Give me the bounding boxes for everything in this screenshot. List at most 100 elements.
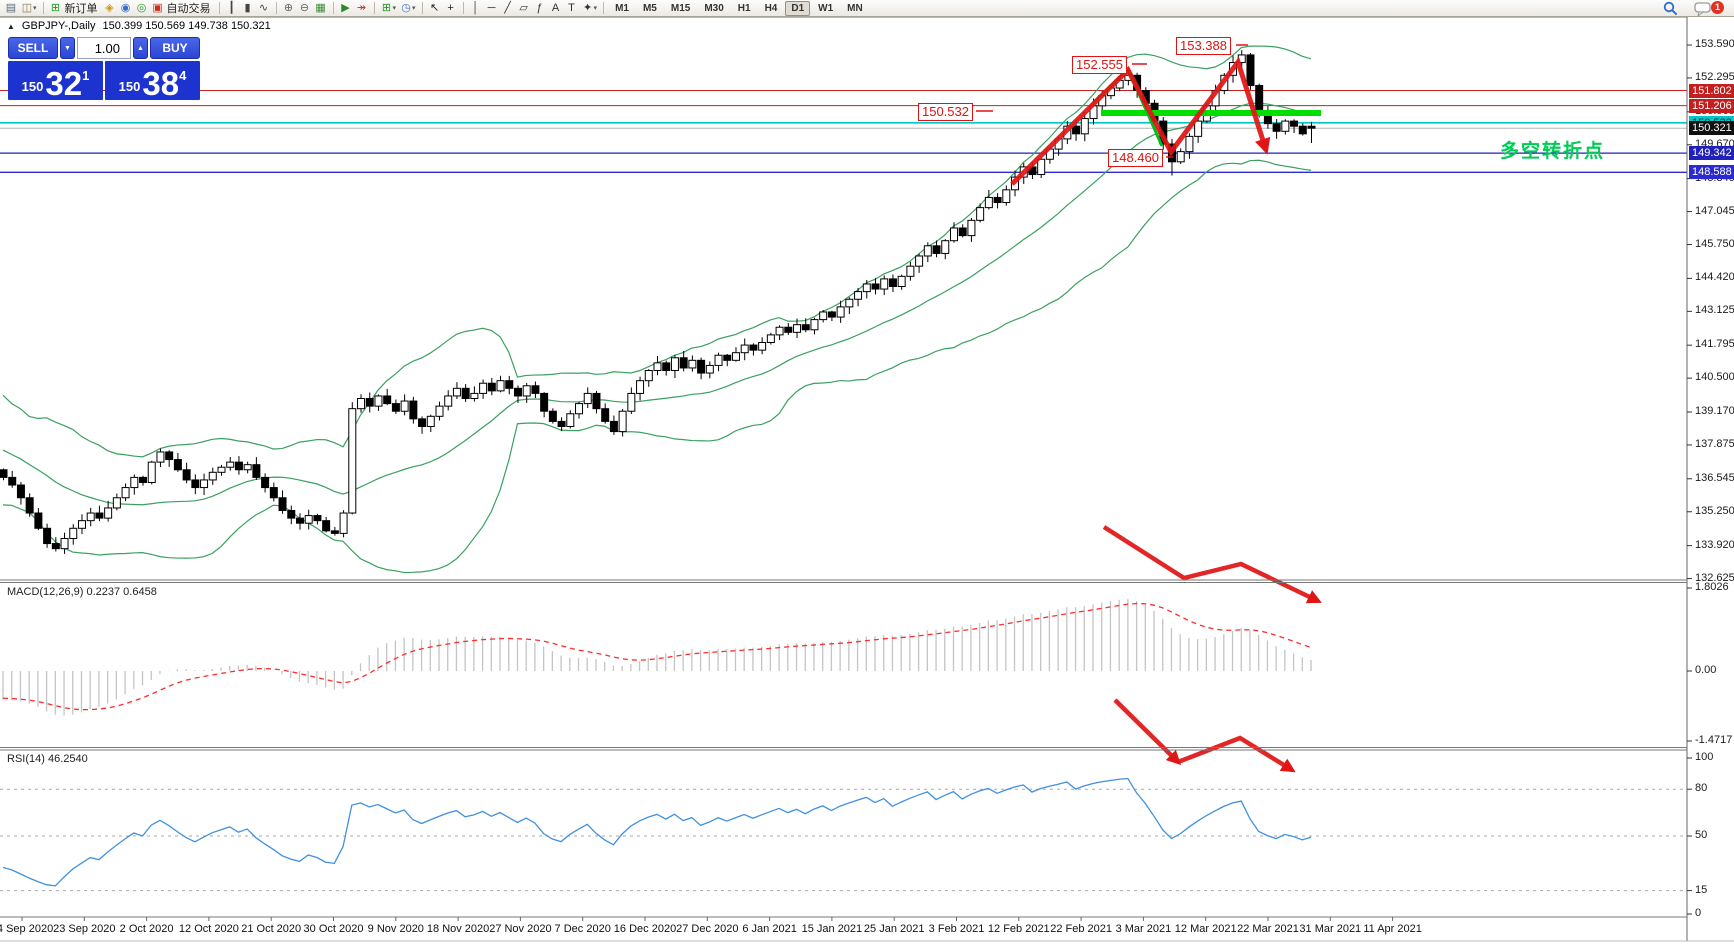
zoom-in-icon[interactable]: ⊕ — [281, 1, 297, 16]
candles-chart-icon[interactable]: ▮ — [240, 1, 256, 16]
rsi-axis-tick: 50 — [1695, 829, 1707, 841]
date-axis-label: 22 Feb 2021 — [1050, 923, 1112, 935]
timeframe-d1-button[interactable]: D1 — [785, 1, 810, 16]
date-axis-label: 3 Feb 2021 — [929, 923, 985, 935]
rsi-label: RSI(14) 46.2540 — [7, 753, 88, 765]
chart-symbol-period: GBPJPY-,Daily — [22, 20, 96, 32]
trendline-icon[interactable]: ╱ — [500, 1, 516, 16]
auto-scroll-icon[interactable]: ↠ — [354, 1, 370, 16]
price-axis-tick: 145.750 — [1695, 238, 1734, 250]
price-badge: 148.588 — [1689, 165, 1734, 179]
bars-chart-icon[interactable]: ┃ — [224, 1, 240, 16]
line-chart-icon[interactable]: ∿ — [256, 1, 272, 16]
toolbar-separator — [333, 2, 334, 14]
cursor-icon[interactable]: ↖ — [427, 1, 443, 16]
timeframe-m30-button[interactable]: M30 — [698, 1, 729, 16]
date-axis-label: 30 Oct 2020 — [304, 923, 364, 935]
autotrading-label[interactable]: 自动交易 — [167, 0, 211, 16]
date-axis-label: 22 Mar 2021 — [1237, 923, 1299, 935]
toolbar-separator — [463, 2, 464, 14]
date-axis-label: 9 Nov 2020 — [368, 923, 424, 935]
horizontal-line-icon[interactable]: ─ — [484, 1, 500, 16]
date-axis-label: 31 Mar 2021 — [1299, 923, 1361, 935]
rsi-axis-tick: 0 — [1695, 907, 1701, 919]
price-annotation-box: 153.388 — [1176, 37, 1231, 55]
volume-up-button[interactable]: ▲ — [133, 37, 148, 59]
date-axis-label: 12 Mar 2021 — [1175, 923, 1237, 935]
sell-button[interactable]: SELL — [8, 37, 58, 59]
timeframe-w1-button[interactable]: W1 — [812, 1, 839, 16]
volume-down-button[interactable]: ▼ — [60, 37, 75, 59]
rsi-axis-tick: 15 — [1695, 884, 1707, 896]
indicators-icon-caret[interactable]: ▾ — [393, 4, 397, 12]
toolbar-right: 1 — [1663, 1, 1734, 16]
price-badge: 150.321 — [1689, 121, 1734, 135]
toolbar-items: ▤◫▾⊞新订单◈◉◎▣自动交易┃▮∿⊕⊖▦▶↠⊞▾◷▾↖+│─╱▱ƒAT✦▾M1… — [3, 0, 870, 16]
search-icon[interactable] — [1663, 1, 1678, 16]
date-axis-label: 14 Sep 2020 — [0, 923, 53, 935]
notifications[interactable]: 1 — [1694, 1, 1724, 16]
chart-title: ▲ GBPJPY-,Daily 150.399 150.569 149.738 … — [7, 20, 271, 32]
text-icon[interactable]: A — [548, 1, 564, 16]
chat-bubble-icon — [1694, 2, 1713, 17]
price-axis-tick: 141.795 — [1695, 338, 1734, 350]
price-axis-tick: 147.045 — [1695, 205, 1734, 217]
collapse-icon[interactable]: ▲ — [7, 22, 15, 31]
annotation-note-text: 多空转折点 — [1500, 136, 1605, 163]
date-axis-label: 23 Sep 2020 — [53, 923, 115, 935]
volume-input[interactable]: 1.00 — [77, 37, 131, 59]
fibonacci-icon[interactable]: ƒ — [532, 1, 548, 16]
buy-price-panel[interactable]: 150 38 4 — [105, 61, 200, 100]
rsi-axis-tick: 80 — [1695, 782, 1707, 794]
mql-community-icon[interactable]: ◉ — [118, 1, 134, 16]
sell-price-panel[interactable]: 150 32 1 — [8, 61, 103, 100]
price-axis-tick: 135.250 — [1695, 505, 1734, 517]
toolbar-separator — [276, 2, 277, 14]
rsi-axis-tick: 100 — [1695, 751, 1713, 763]
price-axis-tick: 133.920 — [1695, 539, 1734, 551]
price-annotation-box: 152.555 — [1072, 56, 1127, 74]
new-order-icon[interactable]: ⊞ — [48, 1, 64, 16]
autotrading-icon[interactable]: ▣ — [150, 1, 166, 16]
chart-shift-icon[interactable]: ▶ — [338, 1, 354, 16]
buy-price-sup: 4 — [179, 68, 186, 83]
sell-price-sup: 1 — [82, 68, 89, 83]
notification-badge: 1 — [1711, 1, 1724, 14]
timeframe-m1-button[interactable]: M1 — [609, 1, 635, 16]
timeframe-m15-button[interactable]: M15 — [665, 1, 696, 16]
periods-icon-caret[interactable]: ▾ — [412, 4, 416, 12]
timeframe-h1-button[interactable]: H1 — [732, 1, 757, 16]
chart-ohlc-values: 150.399 150.569 149.738 150.321 — [102, 20, 270, 32]
macd-axis-tick: 0.00 — [1695, 664, 1716, 676]
price-badge: 149.342 — [1689, 146, 1734, 160]
price-badge: 151.206 — [1689, 99, 1734, 113]
toolbar-separator — [603, 2, 604, 14]
new-order-label[interactable]: 新订单 — [65, 0, 98, 16]
window-list-icon[interactable]: ▤ — [3, 1, 19, 16]
toolbar-separator — [374, 2, 375, 14]
date-axis-label: 18 Nov 2020 — [427, 923, 489, 935]
arrows-icon-caret[interactable]: ▾ — [594, 4, 598, 12]
crosshair-icon[interactable]: + — [443, 1, 459, 16]
vertical-line-icon[interactable]: │ — [468, 1, 484, 16]
chart-canvas[interactable] — [0, 0, 1734, 949]
styler-icon[interactable]: ◈ — [102, 1, 118, 16]
tile-windows-icon[interactable]: ▦ — [313, 1, 329, 16]
toolbar-separator — [422, 2, 423, 14]
market-watch-icon-caret[interactable]: ▾ — [33, 4, 37, 12]
text-label-icon[interactable]: T — [564, 1, 580, 16]
buy-price-big: 38 — [142, 69, 179, 98]
price-axis-tick: 152.295 — [1695, 71, 1734, 83]
date-axis-label: 11 Apr 2021 — [1363, 923, 1422, 935]
timeframe-m5-button[interactable]: M5 — [637, 1, 663, 16]
timeframe-h4-button[interactable]: H4 — [759, 1, 784, 16]
price-axis-tick: 153.590 — [1695, 38, 1734, 50]
zoom-out-icon[interactable]: ⊖ — [297, 1, 313, 16]
channel-icon[interactable]: ▱ — [516, 1, 532, 16]
signals-icon[interactable]: ◎ — [134, 1, 150, 16]
buy-button[interactable]: BUY — [150, 37, 200, 59]
date-axis-label: 16 Dec 2020 — [614, 923, 676, 935]
mt4-window: ▤◫▾⊞新订单◈◉◎▣自动交易┃▮∿⊕⊖▦▶↠⊞▾◷▾↖+│─╱▱ƒAT✦▾M1… — [0, 0, 1734, 949]
timeframe-mn-button[interactable]: MN — [841, 1, 869, 16]
toolbar-separator — [43, 2, 44, 14]
